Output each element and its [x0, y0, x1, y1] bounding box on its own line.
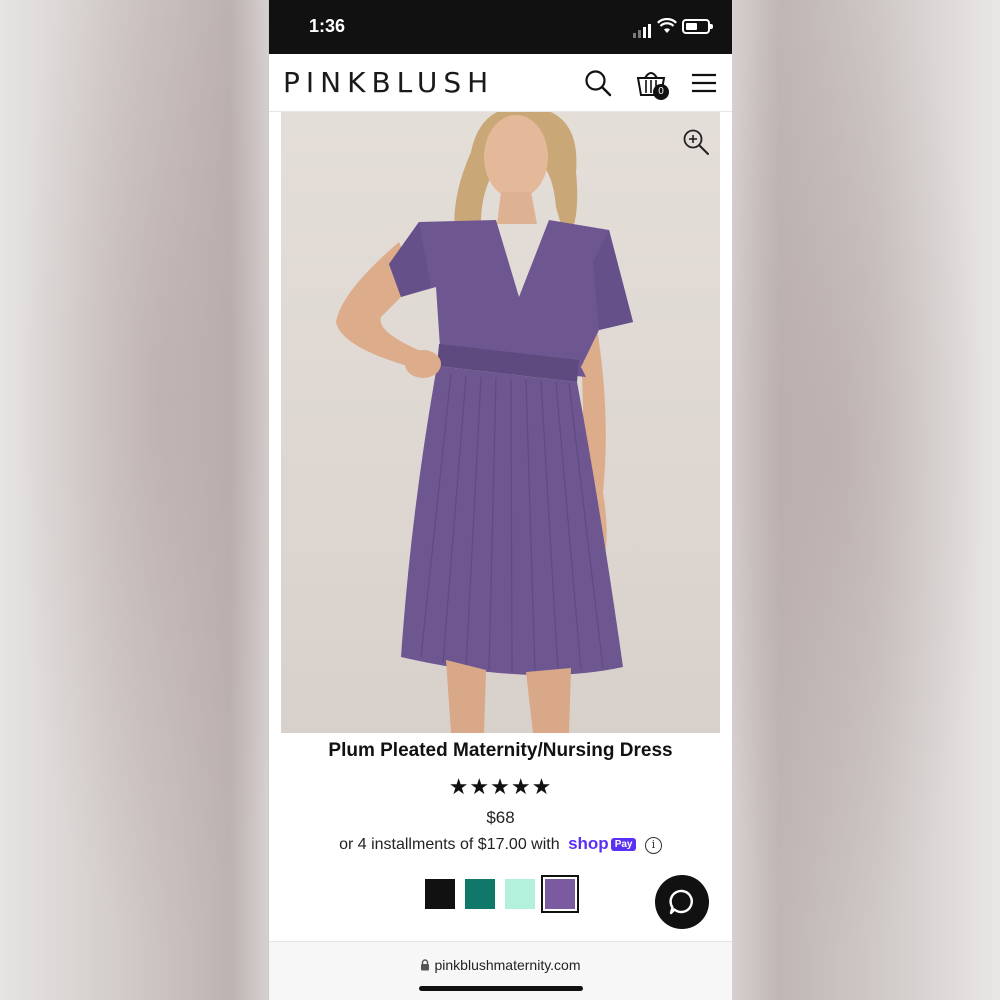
installments-text: or 4 installments of $17.00 with	[339, 836, 560, 853]
rating-stars-display: ★★★★★	[448, 774, 553, 799]
search-icon	[585, 70, 612, 97]
menu-icon	[692, 73, 716, 93]
info-icon[interactable]: i	[644, 837, 662, 854]
phone-screen: 1:36 PINKBLUSH 0 Plum Pleated Maternity/…	[269, 0, 732, 1000]
status-bar: 1:36	[269, 0, 732, 54]
zoom-in-icon[interactable]	[682, 128, 710, 156]
wifi-icon	[657, 18, 677, 33]
swatch-teal[interactable]	[465, 879, 495, 909]
search-button[interactable]	[581, 66, 615, 100]
browser-url-bar[interactable]: pinkblushmaternity.com	[269, 941, 732, 1000]
swatch-mint[interactable]	[505, 879, 535, 909]
url-text: pinkblushmaternity.com	[434, 957, 581, 973]
swatch-black[interactable]	[425, 879, 455, 909]
menu-button[interactable]	[687, 66, 721, 100]
url-display: pinkblushmaternity.com	[269, 957, 732, 973]
logo[interactable]: PINKBLUSH	[283, 66, 494, 99]
site-header: PINKBLUSH 0	[269, 54, 732, 112]
product-image[interactable]	[281, 112, 720, 733]
swatch-plum[interactable]	[541, 875, 579, 913]
product-price: $68	[486, 808, 515, 827]
model-photo	[336, 112, 633, 733]
chat-button[interactable]	[655, 875, 709, 929]
status-time: 1:36	[309, 16, 346, 36]
rating-stars[interactable]: ★★★★★	[269, 774, 732, 800]
chat-icon	[669, 889, 693, 915]
signal-icon	[633, 20, 653, 38]
home-indicator[interactable]	[419, 986, 583, 991]
cart-button[interactable]: 0	[634, 66, 669, 100]
lock-icon	[421, 959, 430, 971]
cart-count-badge: 0	[653, 84, 669, 100]
battery-icon	[682, 19, 713, 34]
product-title: Plum Pleated Maternity/Nursing Dress	[328, 740, 673, 761]
shop-pay-logo: shop	[568, 834, 609, 853]
shop-pay-badge: Pay	[610, 838, 637, 851]
installments-line: or 4 installments of $17.00 with shop Pay…	[269, 834, 732, 854]
